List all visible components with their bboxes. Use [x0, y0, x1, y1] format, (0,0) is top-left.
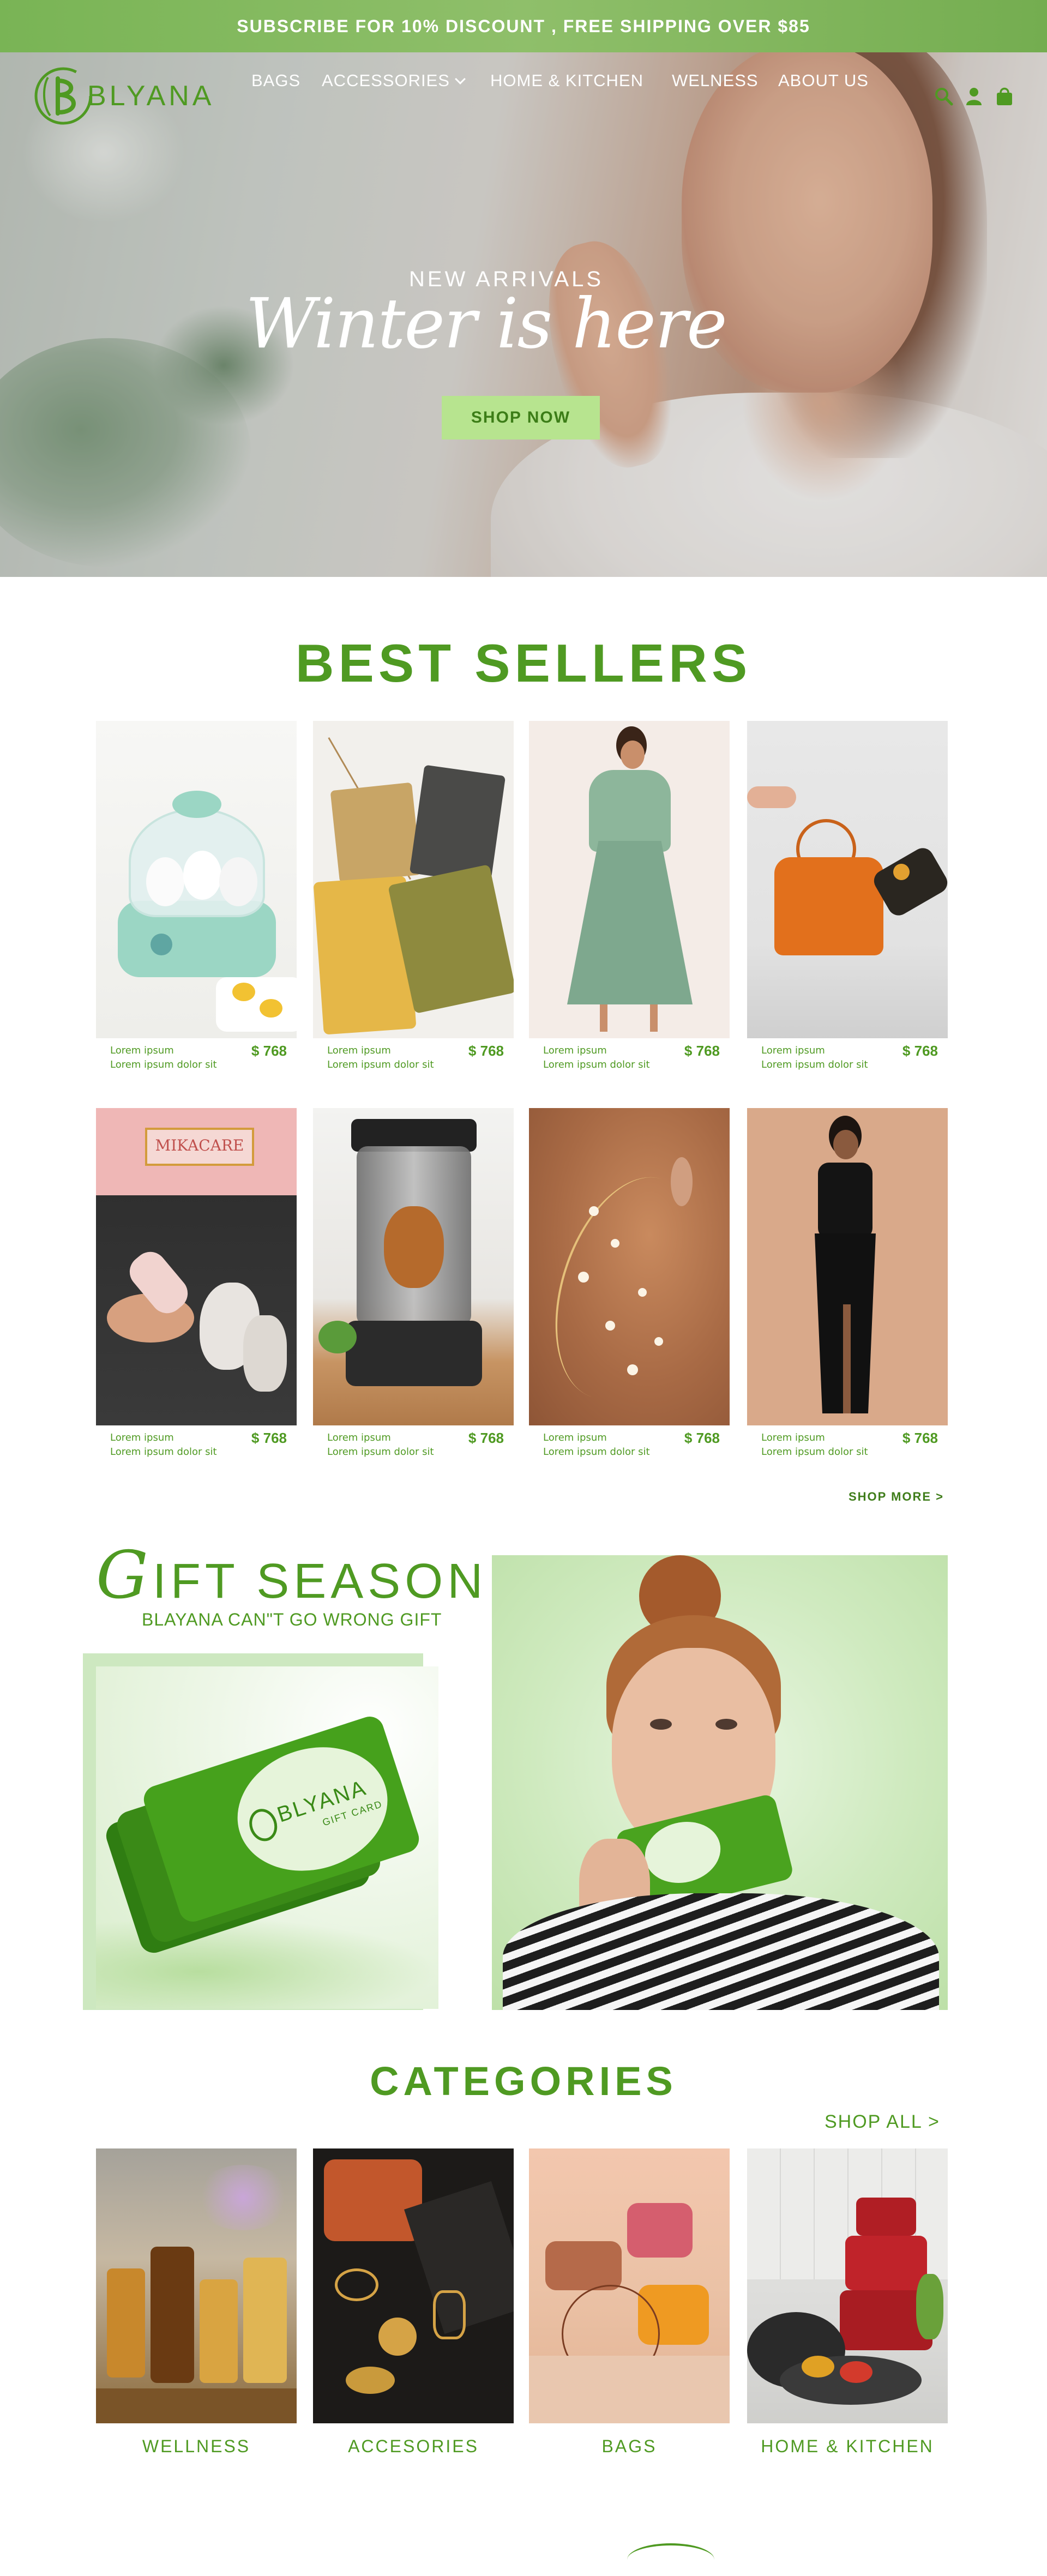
hero-headline: Winter is here	[245, 284, 727, 364]
product-card[interactable]: Lorem ipsum Lorem ipsum dolor sit $ 768	[313, 1108, 514, 1468]
announcement-bar: SUBSCRIBE FOR 10% DISCOUNT , FREE SHIPPI…	[0, 0, 1047, 52]
product-description: Lorem ipsum dolor sit	[110, 1446, 217, 1458]
product-price: $ 768	[251, 1430, 287, 1446]
product-card[interactable]: Lorem ipsum Lorem ipsum dolor sit $ 768	[313, 721, 514, 1081]
main-navigation: BLYANA BAGS ACCESSORIES HOME & KITCHEN W…	[0, 52, 1047, 125]
header-icons	[934, 86, 1014, 106]
product-image-orange-handbag	[747, 721, 948, 1038]
product-description: Lorem ipsum dolor sit	[761, 1446, 868, 1458]
mikacare-box-label: MIKACARE	[155, 1136, 244, 1154]
account-icon[interactable]	[964, 86, 984, 106]
product-price: $ 768	[684, 1430, 720, 1446]
gift-model-photo[interactable]	[492, 1555, 948, 2010]
product-name: Lorem ipsum	[543, 1432, 607, 1443]
product-price: $ 768	[251, 1043, 287, 1059]
category-image-cookware	[747, 2148, 948, 2423]
product-description: Lorem ipsum dolor sit	[543, 1446, 650, 1458]
nav-item-bags[interactable]: BAGS	[251, 71, 300, 91]
section-script-decoration	[627, 2543, 714, 2576]
product-card[interactable]: Lorem ipsum Lorem ipsum dolor sit $ 768	[96, 721, 297, 1081]
product-description: Lorem ipsum dolor sit	[761, 1059, 868, 1070]
product-image-rotisserie-oven	[313, 1108, 514, 1425]
best-sellers-title: BEST SELLERS	[295, 633, 752, 693]
gift-card-front: BLYANA GIFT CARD	[140, 1713, 423, 1925]
nav-links: BAGS ACCESSORIES HOME & KITCHEN WELNESS …	[0, 71, 1047, 93]
categories-title: CATEGORIES	[370, 2059, 677, 2104]
product-name: Lorem ipsum	[327, 1045, 391, 1056]
product-image-pearl-hair-vine	[529, 1108, 730, 1425]
product-price: $ 768	[684, 1043, 720, 1059]
product-price: $ 768	[902, 1043, 938, 1059]
product-card[interactable]: Lorem ipsum Lorem ipsum dolor sit $ 768	[529, 721, 730, 1081]
product-image-crossbody-bags	[313, 721, 514, 1038]
brand-logo[interactable]: BLYANA	[26, 59, 215, 133]
product-image-green-floral-dress	[529, 721, 730, 1038]
category-label: WELLNESS	[142, 2436, 251, 2456]
product-description: Lorem ipsum dolor sit	[110, 1059, 217, 1070]
category-image-handbags	[529, 2148, 730, 2423]
announcement-text: SUBSCRIBE FOR 10% DISCOUNT , FREE SHIPPI…	[237, 16, 810, 36]
product-description: Lorem ipsum dolor sit	[327, 1446, 434, 1458]
nav-item-accessories-label: ACCESSORIES	[322, 71, 450, 90]
product-card[interactable]: Lorem ipsum Lorem ipsum dolor sit $ 768	[529, 1108, 730, 1468]
product-description: Lorem ipsum dolor sit	[543, 1059, 650, 1070]
cart-icon[interactable]	[995, 86, 1014, 106]
gift-season-subtitle: BLAYANA CAN"T GO WRONG GIFT	[142, 1610, 442, 1629]
nav-item-about-us[interactable]: ABOUT US	[778, 71, 869, 91]
nav-item-accessories[interactable]: ACCESSORIES	[322, 71, 466, 91]
product-card[interactable]: Lorem ipsum Lorem ipsum dolor sit $ 768	[747, 721, 948, 1081]
product-name: Lorem ipsum	[110, 1045, 174, 1056]
nav-item-welness[interactable]: WELNESS	[672, 71, 759, 91]
gift-card-promo[interactable]: BLYANA GIFT CARD	[96, 1666, 438, 2009]
category-image-jewelry	[313, 2148, 514, 2423]
nav-item-home-kitchen[interactable]: HOME & KITCHEN	[490, 71, 643, 91]
shop-now-button[interactable]: SHOP NOW	[442, 396, 600, 440]
product-card[interactable]: Lorem ipsum Lorem ipsum dolor sit $ 768	[747, 1108, 948, 1468]
search-icon[interactable]	[934, 86, 953, 106]
product-price: $ 768	[902, 1430, 938, 1446]
product-name: Lorem ipsum	[761, 1045, 825, 1056]
product-description: Lorem ipsum dolor sit	[327, 1059, 434, 1070]
product-price: $ 768	[468, 1430, 504, 1446]
product-name: Lorem ipsum	[543, 1045, 607, 1056]
category-label: ACCESORIES	[348, 2436, 479, 2456]
product-name: Lorem ipsum	[761, 1432, 825, 1443]
product-name: Lorem ipsum	[327, 1432, 391, 1443]
shop-all-link[interactable]: SHOP ALL >	[825, 2111, 940, 2133]
category-image-essential-oils	[96, 2148, 297, 2423]
category-label: HOME & KITCHEN	[761, 2436, 934, 2456]
product-image-face-roller: MIKACARE	[96, 1108, 297, 1425]
gift-season-title: GIFT SEASON	[96, 1538, 487, 1614]
product-image-egg-cooker	[96, 721, 297, 1038]
shop-more-link[interactable]: SHOP MORE >	[849, 1490, 944, 1504]
category-label: BAGS	[601, 2436, 657, 2456]
gift-title-initial: G	[96, 1538, 153, 1614]
product-price: $ 768	[468, 1043, 504, 1059]
product-image-black-gown	[747, 1108, 948, 1425]
product-card[interactable]: MIKACARE Lorem ipsum Lorem ipsum dolor s…	[96, 1108, 297, 1468]
gift-title-rest: IFT SEASON	[152, 1554, 488, 1609]
chevron-down-icon	[455, 74, 466, 85]
product-name: Lorem ipsum	[110, 1432, 174, 1443]
